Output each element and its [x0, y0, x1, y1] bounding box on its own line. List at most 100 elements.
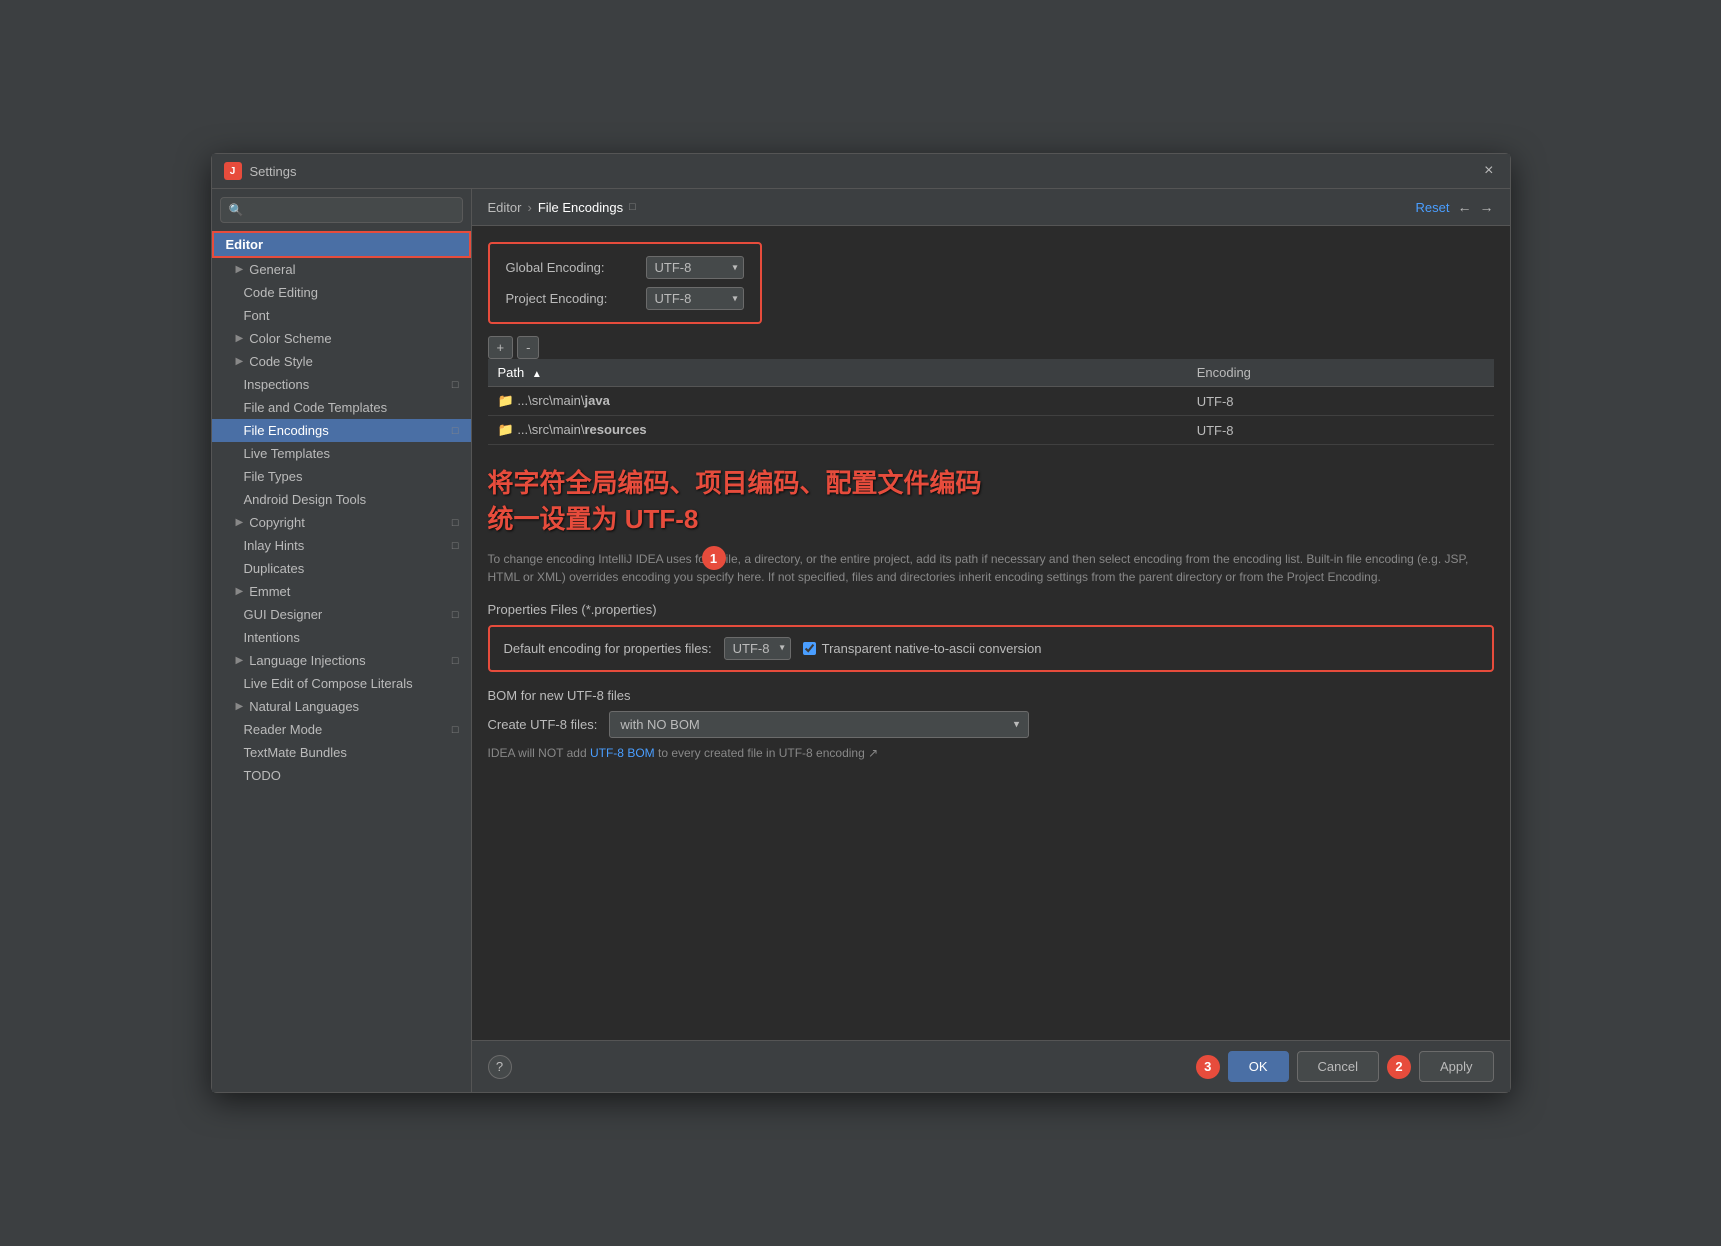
bom-row: Create UTF-8 files: with NO BOM with BOM — [488, 711, 1494, 738]
sidebar-item-natural-languages[interactable]: ▶ Natural Languages — [212, 695, 471, 718]
expand-arrow: ▶ — [236, 264, 244, 275]
nav-forward-button[interactable]: → — [1480, 199, 1494, 215]
sidebar-item-language-injections[interactable]: ▶ Language Injections □ — [212, 649, 471, 672]
sidebar-item-android-design-tools[interactable]: Android Design Tools — [212, 488, 471, 511]
sidebar-item-general[interactable]: ▶ General — [212, 258, 471, 281]
sidebar-item-todo[interactable]: TODO — [212, 764, 471, 787]
table-row[interactable]: 📁 ...\src\main\resources UTF-8 — [488, 416, 1494, 445]
table-header-encoding[interactable]: Encoding — [1187, 359, 1494, 387]
sidebar-item-label: Live Edit of Compose Literals — [244, 676, 413, 691]
props-encoding-select[interactable]: UTF-8 — [724, 637, 791, 660]
settings-badge: □ — [452, 609, 459, 621]
sidebar-item-label: File Types — [244, 469, 303, 484]
utf8-bom-link[interactable]: UTF-8 BOM — [590, 746, 655, 760]
close-button[interactable]: × — [1480, 162, 1497, 180]
settings-badge: □ — [452, 724, 459, 736]
sidebar-item-label: General — [249, 262, 295, 277]
project-encoding-select-wrapper: UTF-8 UTF-16 ISO-8859-1 — [646, 287, 744, 310]
sidebar-item-label: TODO — [244, 768, 281, 783]
add-path-button[interactable]: + — [488, 336, 514, 359]
apply-button[interactable]: Apply — [1419, 1051, 1494, 1082]
badge-3: 3 — [1196, 1055, 1220, 1079]
sidebar-item-file-types[interactable]: File Types — [212, 465, 471, 488]
nav-back-button[interactable]: ← — [1458, 199, 1472, 215]
bom-info-suffix: to every created file in UTF-8 encoding … — [655, 746, 879, 760]
dialog-title: Settings — [250, 164, 1481, 179]
table-row[interactable]: 📁 ...\src\main\java UTF-8 — [488, 387, 1494, 416]
search-box[interactable]: 🔍 — [220, 197, 463, 223]
sidebar-item-label: Code Style — [249, 354, 313, 369]
project-encoding-select[interactable]: UTF-8 UTF-16 ISO-8859-1 — [646, 287, 744, 310]
sidebar-item-label: Android Design Tools — [244, 492, 367, 507]
folder-icon: 📁 — [498, 393, 514, 408]
sidebar-item-inlay-hints[interactable]: Inlay Hints □ — [212, 534, 471, 557]
path-end: java — [585, 393, 610, 408]
remove-path-button[interactable]: - — [517, 336, 539, 359]
transparent-conversion-checkbox[interactable] — [803, 642, 816, 655]
breadcrumb: Editor › File Encodings □ — [488, 200, 1416, 215]
sidebar-item-label: Language Injections — [249, 653, 365, 668]
create-utf8-label: Create UTF-8 files: — [488, 717, 598, 732]
path-prefix: ...\src\main\ — [517, 393, 584, 408]
properties-encoding-label: Default encoding for properties files: — [504, 641, 712, 656]
badge-2: 2 — [1387, 1055, 1411, 1079]
sidebar-item-inspections[interactable]: Inspections □ — [212, 373, 471, 396]
sidebar-item-emmet[interactable]: ▶ Emmet — [212, 580, 471, 603]
sidebar-item-reader-mode[interactable]: Reader Mode □ — [212, 718, 471, 741]
sidebar-item-textmate-bundles[interactable]: TextMate Bundles — [212, 741, 471, 764]
sidebar-item-label: Inspections — [244, 377, 310, 392]
reset-button[interactable]: Reset — [1416, 200, 1450, 215]
table-header-path[interactable]: Path ▲ — [488, 359, 1187, 387]
search-input[interactable] — [243, 203, 453, 217]
expand-arrow: ▶ — [236, 701, 244, 712]
sidebar-item-font[interactable]: Font — [212, 304, 471, 327]
bom-section-title: BOM for new UTF-8 files — [488, 688, 1494, 703]
folder-icon: 📁 — [498, 422, 514, 437]
sidebar-item-label: Copyright — [249, 515, 305, 530]
bom-info-text: IDEA will NOT add — [488, 746, 590, 760]
sidebar-item-gui-designer[interactable]: GUI Designer □ — [212, 603, 471, 626]
sidebar-item-intentions[interactable]: Intentions — [212, 626, 471, 649]
bom-info: IDEA will NOT add UTF-8 BOM to every cre… — [488, 746, 1494, 760]
sidebar-item-copyright[interactable]: ▶ Copyright □ — [212, 511, 471, 534]
info-text: To change encoding IntelliJ IDEA uses fo… — [488, 550, 1494, 586]
help-button[interactable]: ? — [488, 1055, 512, 1079]
ok-button[interactable]: OK — [1228, 1051, 1289, 1082]
sort-arrow-icon: ▲ — [532, 369, 542, 380]
path-toolbar: + - — [488, 336, 1494, 359]
sidebar-item-label: Intentions — [244, 630, 300, 645]
table-cell-encoding: UTF-8 — [1187, 416, 1494, 445]
global-encoding-row: Global Encoding: UTF-8 UTF-16 ISO-8859-1 — [506, 256, 744, 279]
annotation-line2: 统一设置为 UTF-8 — [488, 501, 1494, 537]
sidebar-item-code-style[interactable]: ▶ Code Style — [212, 350, 471, 373]
sidebar-item-editor[interactable]: Editor — [212, 231, 471, 258]
sidebar-item-label: Editor — [226, 237, 264, 252]
expand-arrow: ▶ — [236, 517, 244, 528]
sidebar-item-label: Code Editing — [244, 285, 318, 300]
sidebar-item-live-templates[interactable]: Live Templates — [212, 442, 471, 465]
expand-arrow: ▶ — [236, 655, 244, 666]
sidebar-item-file-code-templates[interactable]: File and Code Templates — [212, 396, 471, 419]
sidebar-item-label: Font — [244, 308, 270, 323]
breadcrumb-separator: › — [527, 200, 531, 215]
global-encoding-select[interactable]: UTF-8 UTF-16 ISO-8859-1 — [646, 256, 744, 279]
breadcrumb-parent: Editor — [488, 200, 522, 215]
sidebar-item-live-edit-compose[interactable]: Live Edit of Compose Literals — [212, 672, 471, 695]
properties-box: Default encoding for properties files: U… — [488, 625, 1494, 672]
search-icon: 🔍 — [229, 203, 244, 217]
settings-badge: □ — [452, 540, 459, 552]
dialog-footer: ? 3 OK Cancel 2 Apply — [472, 1040, 1510, 1092]
table-cell-encoding: UTF-8 — [1187, 387, 1494, 416]
sidebar-item-duplicates[interactable]: Duplicates — [212, 557, 471, 580]
sidebar-item-file-encodings[interactable]: File Encodings □ — [212, 419, 471, 442]
cancel-button[interactable]: Cancel — [1297, 1051, 1379, 1082]
breadcrumb-current: File Encodings — [538, 200, 623, 215]
sidebar-item-label: GUI Designer — [244, 607, 323, 622]
sidebar-item-label: Color Scheme — [249, 331, 331, 346]
sidebar-item-color-scheme[interactable]: ▶ Color Scheme — [212, 327, 471, 350]
sidebar-item-code-editing[interactable]: Code Editing — [212, 281, 471, 304]
breadcrumb-settings-icon: □ — [629, 201, 636, 213]
bom-select[interactable]: with NO BOM with BOM — [609, 711, 1029, 738]
settings-badge: □ — [452, 517, 459, 529]
project-encoding-row: Project Encoding: UTF-8 UTF-16 ISO-8859-… — [506, 287, 744, 310]
